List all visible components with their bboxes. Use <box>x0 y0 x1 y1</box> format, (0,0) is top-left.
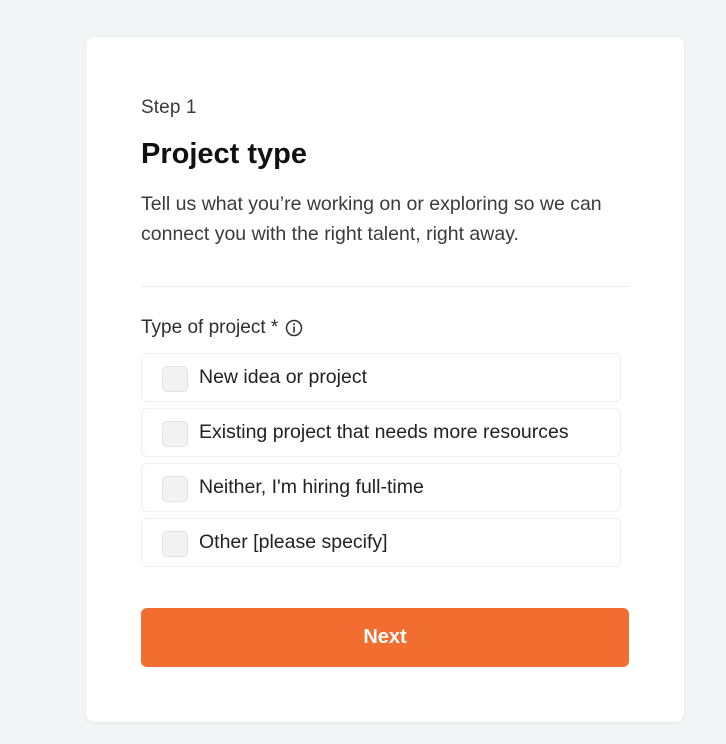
step-label: Step 1 <box>141 97 197 118</box>
project-type-label: Type of project * <box>141 317 279 338</box>
checkbox[interactable] <box>162 476 188 502</box>
checkbox[interactable] <box>162 421 188 447</box>
option-label: Neither, I'm hiring full-time <box>199 476 424 498</box>
option-new-idea[interactable]: New idea or project <box>141 353 621 402</box>
option-label: Other [please specify] <box>199 531 388 553</box>
info-circle-icon[interactable] <box>284 318 304 338</box>
page-title: Project type <box>141 138 307 170</box>
checkbox[interactable] <box>162 366 188 392</box>
divider <box>141 286 629 287</box>
option-existing-project[interactable]: Existing project that needs more resourc… <box>141 408 621 457</box>
option-label: Existing project that needs more resourc… <box>199 421 569 443</box>
form-description: Tell us what you’re working on or explor… <box>141 193 602 245</box>
option-hiring-full-time[interactable]: Neither, I'm hiring full-time <box>141 463 621 512</box>
option-label: New idea or project <box>199 366 367 388</box>
checkbox[interactable] <box>162 531 188 557</box>
project-type-label-row: Type of project * <box>141 317 304 339</box>
option-other[interactable]: Other [please specify] <box>141 518 621 567</box>
next-button[interactable]: Next <box>141 608 629 667</box>
form-card: Step 1 Project type Tell us what you’re … <box>86 37 684 722</box>
project-type-options: New idea or project Existing project tha… <box>141 353 621 573</box>
